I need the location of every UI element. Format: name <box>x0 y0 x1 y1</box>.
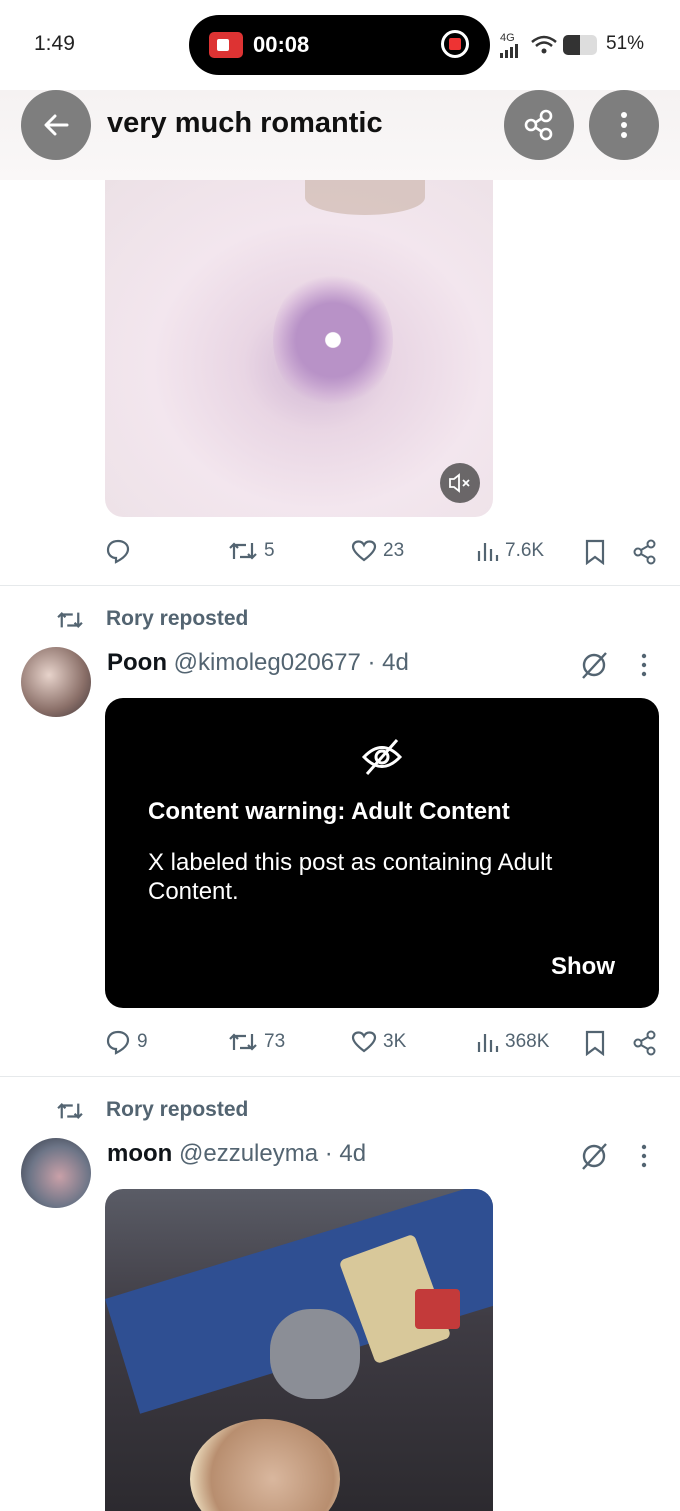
bookmark-icon[interactable] <box>584 1030 606 1056</box>
tweet-author-line: moon @ezzuleyma · 4d <box>107 1140 366 1168</box>
more-vertical-icon <box>621 112 627 138</box>
repost-label: Rory reposted <box>106 1098 249 1121</box>
repost-label: Rory reposted <box>106 607 249 630</box>
grok-icon[interactable] <box>579 1141 609 1171</box>
reply-icon <box>106 1030 130 1055</box>
view-count: 7.6K <box>505 540 545 561</box>
post-time: · 4d <box>324 1140 367 1167</box>
heart-icon <box>351 540 377 562</box>
views-icon <box>477 543 499 561</box>
view-count: 368K <box>505 1031 550 1052</box>
video-frame-detail <box>305 180 425 215</box>
show-content-button[interactable]: Show <box>551 953 615 981</box>
video-frame-detail <box>190 1419 340 1511</box>
post-more-icon[interactable] <box>640 652 648 678</box>
post-actions: 5 23 7.6K <box>0 531 680 571</box>
repost-indicator[interactable]: Rory reposted <box>0 604 680 636</box>
share-icon <box>524 109 553 141</box>
views-icon <box>477 1034 499 1052</box>
network-type: 4G <box>500 32 515 44</box>
author-handle[interactable]: @kimoleg020677 <box>174 649 361 676</box>
like-button[interactable]: 23 <box>351 531 404 571</box>
grok-icon[interactable] <box>579 650 609 680</box>
post-time: · 4d <box>367 649 409 676</box>
heart-icon <box>351 1031 377 1053</box>
post-divider <box>0 585 680 586</box>
like-count: 3K <box>383 1031 407 1052</box>
author-handle[interactable]: @ezzuleyma <box>179 1140 318 1167</box>
reply-count: 9 <box>137 1031 148 1052</box>
avatar[interactable] <box>21 647 91 717</box>
screen-recording-pill[interactable]: 00:08 <box>189 15 490 75</box>
repost-indicator[interactable]: Rory reposted <box>0 1095 680 1127</box>
share-button[interactable] <box>504 90 574 160</box>
share-post-icon[interactable] <box>632 539 658 565</box>
battery-icon <box>563 35 597 55</box>
tweet-author-line: Poon @kimoleg020677 · 4d <box>107 649 409 677</box>
avatar[interactable] <box>21 1138 91 1208</box>
post-divider <box>0 1076 680 1077</box>
like-button[interactable]: 3K <box>351 1022 406 1062</box>
post-more-icon[interactable] <box>640 1143 648 1169</box>
repost-icon <box>229 1033 257 1051</box>
volume-muted-icon <box>449 473 470 493</box>
repost-count: 73 <box>264 1031 286 1052</box>
repost-icon <box>229 542 257 560</box>
views-button[interactable]: 7.6K <box>475 531 544 571</box>
post-video[interactable] <box>105 180 493 517</box>
reply-button[interactable] <box>105 531 137 571</box>
repost-button[interactable]: 5 <box>228 531 275 571</box>
status-time: 1:49 <box>34 32 75 55</box>
author-name[interactable]: moon <box>107 1140 172 1167</box>
status-bar: 1:49 00:08 4G 51% <box>0 0 680 90</box>
like-count: 23 <box>383 540 405 561</box>
back-button[interactable] <box>21 90 91 160</box>
page-title: very much romantic <box>107 107 383 139</box>
author-name[interactable]: Poon <box>107 649 167 676</box>
post-actions: 9 73 3K 368K <box>0 1022 680 1062</box>
warning-text: X labeled this post as containing Adult … <box>148 849 553 905</box>
reply-button[interactable]: 9 <box>105 1022 148 1062</box>
stop-recording-icon[interactable] <box>441 30 469 58</box>
recording-time: 00:08 <box>253 32 310 57</box>
repost-button[interactable]: 73 <box>228 1022 285 1062</box>
mute-button[interactable] <box>440 463 480 503</box>
battery-percent: 51% <box>606 33 645 54</box>
page-header: very much romantic <box>0 90 680 180</box>
reply-icon <box>106 539 130 564</box>
video-frame-detail <box>415 1289 460 1329</box>
bookmark-icon[interactable] <box>584 539 606 565</box>
eye-hidden-icon <box>361 739 403 775</box>
warning-title: Content warning: Adult Content <box>148 798 510 825</box>
repost-icon <box>57 1103 83 1119</box>
repost-icon <box>57 612 83 628</box>
wifi-icon <box>531 35 557 54</box>
video-frame-detail <box>270 1309 360 1399</box>
video-frame <box>273 270 393 410</box>
signal-icon <box>500 44 518 58</box>
views-button[interactable]: 368K <box>475 1022 549 1062</box>
repost-count: 5 <box>264 540 275 561</box>
more-options-button[interactable] <box>589 90 659 160</box>
post-video[interactable] <box>105 1189 493 1511</box>
content-warning-card: Content warning: Adult Content X labeled… <box>105 698 659 1008</box>
video-camera-icon <box>209 32 243 58</box>
back-arrow-icon <box>44 114 69 136</box>
share-post-icon[interactable] <box>632 1030 658 1056</box>
